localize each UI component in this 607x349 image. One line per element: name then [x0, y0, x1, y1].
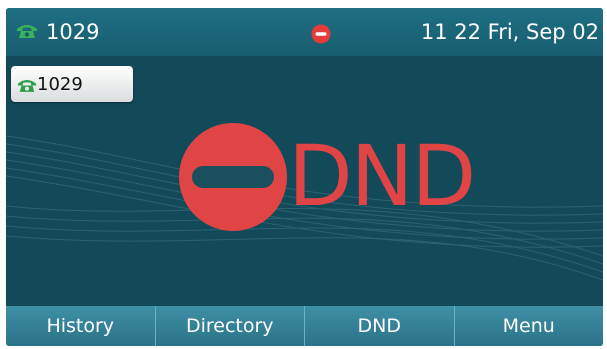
- phone-screen: 1029 11 22 Fri, Sep 02 1029 DND History …: [6, 8, 603, 346]
- directory-softkey[interactable]: Directory: [154, 306, 305, 346]
- history-softkey[interactable]: History: [6, 306, 155, 346]
- dnd-softkey[interactable]: DND: [304, 306, 454, 346]
- dnd-icon: [179, 123, 287, 231]
- account-label: 1029: [46, 20, 100, 44]
- menu-softkey[interactable]: Menu: [453, 306, 604, 346]
- status-bar: 1029 11 22 Fri, Sep 02: [6, 8, 603, 56]
- dnd-status-icon: [311, 24, 331, 44]
- dnd-status-label: DND: [288, 127, 476, 225]
- phone-icon: [17, 25, 37, 38]
- softkey-bar: History Directory DND Menu: [6, 306, 603, 346]
- date-time: 11 22 Fri, Sep 02: [420, 20, 599, 44]
